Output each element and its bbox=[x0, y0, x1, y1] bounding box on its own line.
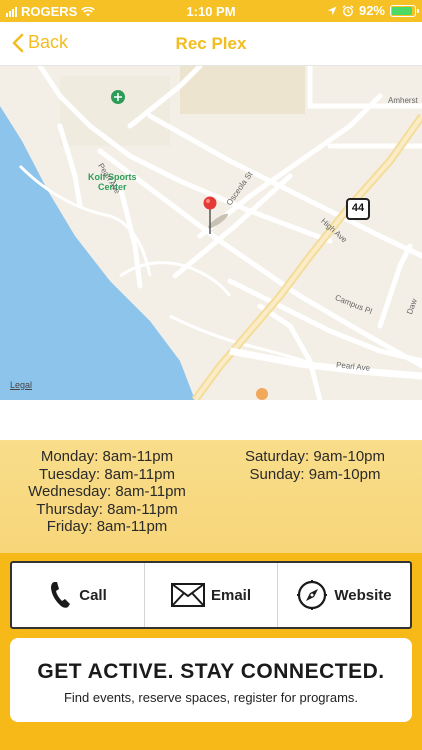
promo-banner[interactable]: GET ACTIVE. STAY CONNECTED. Find events,… bbox=[10, 638, 412, 722]
website-button[interactable]: Website bbox=[277, 563, 410, 627]
street-label-amherst: Amherst bbox=[388, 96, 418, 105]
battery-percent: 92% bbox=[358, 3, 385, 18]
hours-line-tuesday: Tuesday: 8am-11pm bbox=[39, 465, 175, 483]
call-label: Call bbox=[79, 586, 107, 604]
map-view[interactable]: Kolf Sports Center Pearl Ave Osceola St … bbox=[0, 66, 422, 400]
action-bar: Call Email Website bbox=[10, 561, 412, 629]
page-title: Rec Plex bbox=[175, 34, 247, 53]
phone-icon bbox=[51, 582, 71, 608]
weekend-hours: Saturday: 9am-10pm Sunday: 9am-10pm bbox=[220, 448, 410, 483]
envelope-icon bbox=[170, 583, 205, 607]
hours-line-saturday: Saturday: 9am-10pm bbox=[244, 448, 386, 465]
website-label: Website bbox=[334, 586, 392, 604]
nav-bar: Back Rec Plex bbox=[0, 22, 422, 66]
battery-icon bbox=[390, 4, 419, 17]
location-arrow-icon bbox=[327, 6, 337, 15]
alarm-icon bbox=[342, 4, 354, 16]
hours-panel: Monday: 8am-11pm Tuesday: 8am-11pm Wedne… bbox=[0, 440, 422, 553]
call-button[interactable]: Call bbox=[12, 563, 144, 627]
promo-subtitle: Find events, reserve spaces, register fo… bbox=[63, 690, 359, 705]
weekday-hours: Monday: 8am-11pm Tuesday: 8am-11pm Wedne… bbox=[12, 448, 202, 536]
compass-icon bbox=[297, 580, 328, 610]
battery-fill bbox=[392, 6, 413, 15]
hours-line-monday: Monday: 8am-11pm bbox=[40, 448, 174, 465]
promo-title: GET ACTIVE. STAY CONNECTED. bbox=[37, 660, 385, 683]
hours-line-thursday: Thursday: 8am-11pm bbox=[36, 500, 178, 518]
hours-line-wednesday: Wednesday: 8am-11pm bbox=[28, 483, 186, 500]
email-label: Email bbox=[210, 586, 252, 604]
status-right: 92% bbox=[327, 3, 419, 18]
spacer bbox=[0, 400, 422, 440]
map-legal-link[interactable]: Legal bbox=[10, 380, 32, 390]
map-streets bbox=[0, 66, 422, 400]
hours-line-sunday: Sunday: 9am-10pm bbox=[249, 465, 381, 483]
status-bar: ROGERS 1:10 PM 92% bbox=[0, 0, 422, 22]
email-button[interactable]: Email bbox=[144, 563, 277, 627]
highway-shield: 44 bbox=[346, 198, 370, 220]
hours-line-friday: Friday: 8am-11pm bbox=[46, 518, 168, 535]
